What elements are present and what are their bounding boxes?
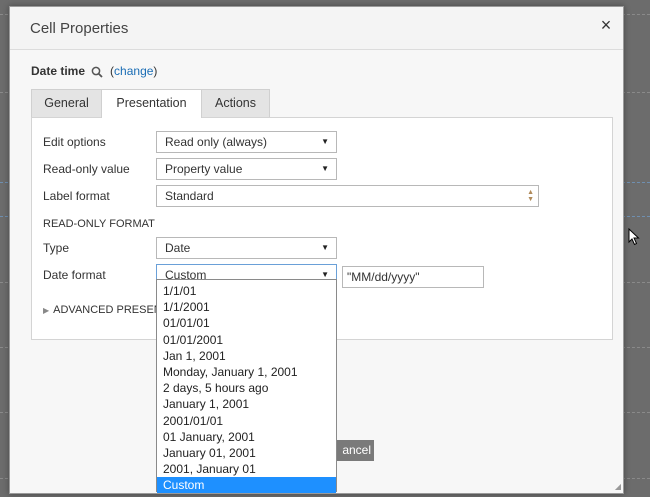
dropdown-option[interactable]: 2001, January 01 xyxy=(157,461,336,477)
dropdown-option[interactable]: Monday, January 1, 2001 xyxy=(157,364,336,380)
readonly-value-select[interactable]: Property value ▼ xyxy=(156,158,337,180)
dropdown-option[interactable]: 2 days, 5 hours ago xyxy=(157,380,336,396)
change-link[interactable]: change xyxy=(114,64,153,78)
date-format-dropdown: 1/1/01 1/1/2001 01/01/01 01/01/2001 Jan … xyxy=(156,279,337,494)
tab-actions[interactable]: Actions xyxy=(201,89,270,117)
dialog-title: Cell Properties xyxy=(30,20,129,37)
resize-grip-icon[interactable]: ◢ xyxy=(615,482,621,491)
label-format-value: Standard xyxy=(165,189,214,203)
close-icon[interactable]: × xyxy=(597,16,615,34)
field-header: Date time (change) xyxy=(31,64,157,81)
label-format-select[interactable]: Standard ▲ ▼ xyxy=(156,185,539,207)
date-format-label: Date format xyxy=(43,268,106,282)
dropdown-option-selected[interactable]: Custom xyxy=(157,477,336,494)
advanced-presentation-toggle[interactable]: ▶ ADVANCED PRESEN xyxy=(43,304,162,316)
dropdown-option[interactable]: 01/01/2001 xyxy=(157,332,336,348)
label-format-label: Label format xyxy=(43,189,110,203)
readonly-value-value: Property value xyxy=(165,162,243,176)
readonly-format-heading: READ-ONLY FORMAT xyxy=(43,218,155,230)
edit-options-value: Read only (always) xyxy=(165,135,268,149)
chevron-down-icon: ▼ xyxy=(321,243,329,252)
dropdown-option[interactable]: January 1, 2001 xyxy=(157,396,336,412)
chevron-right-icon: ▶ xyxy=(43,306,50,315)
custom-format-input[interactable]: "MM/dd/yyyy" xyxy=(342,266,484,288)
chevron-down-icon: ▼ xyxy=(321,164,329,173)
tab-general[interactable]: General xyxy=(31,89,102,117)
type-label: Type xyxy=(43,241,70,255)
dropdown-option[interactable]: 01 January, 2001 xyxy=(157,429,336,445)
advanced-label: ADVANCED PRESEN xyxy=(53,304,162,316)
dialog-header: Cell Properties × xyxy=(10,7,623,50)
dropdown-option[interactable]: 2001/01/01 xyxy=(157,413,336,429)
type-value: Date xyxy=(165,241,191,255)
dropdown-option[interactable]: January 01, 2001 xyxy=(157,445,336,461)
edit-options-label: Edit options xyxy=(43,135,106,149)
tab-presentation[interactable]: Presentation xyxy=(101,89,202,118)
type-select[interactable]: Date ▼ xyxy=(156,237,337,259)
search-icon[interactable] xyxy=(91,66,104,81)
chevron-down-icon: ▼ xyxy=(321,137,329,146)
change-paren-close: ) xyxy=(153,64,158,78)
mouse-cursor-icon xyxy=(628,227,640,249)
updown-icon: ▲ ▼ xyxy=(527,189,534,203)
dropdown-option[interactable]: 01/01/01 xyxy=(157,315,336,331)
dropdown-option[interactable]: 1/1/01 xyxy=(157,283,336,299)
dropdown-option[interactable]: 1/1/2001 xyxy=(157,299,336,315)
readonly-value-label: Read-only value xyxy=(43,162,130,176)
field-name: Date time xyxy=(31,64,86,78)
dropdown-option[interactable]: Jan 1, 2001 xyxy=(157,348,336,364)
edit-options-select[interactable]: Read only (always) ▼ xyxy=(156,131,337,153)
